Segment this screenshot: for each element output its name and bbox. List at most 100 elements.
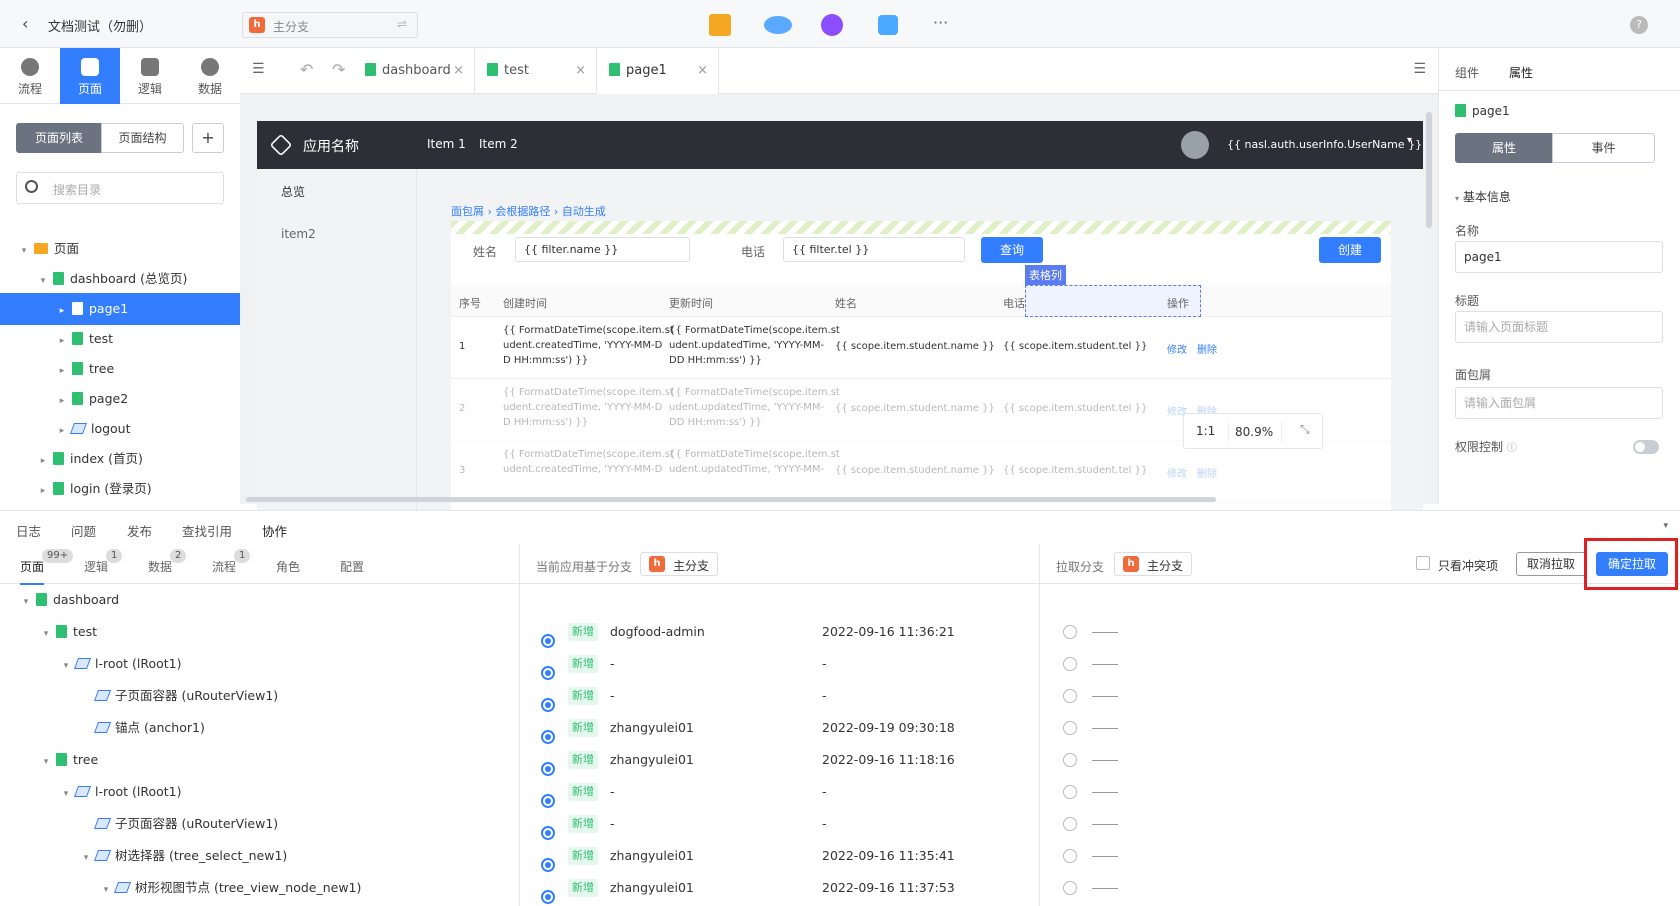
current-radio[interactable] [541,794,555,808]
current-radio[interactable] [541,698,555,712]
help-icon[interactable]: ? [1630,16,1648,34]
confirm-pull-button[interactable]: 确定拉取 [1596,552,1668,576]
tree-item[interactable]: ▸ page1 [0,293,240,325]
diff-item[interactable]: ▾ test [40,616,97,648]
side-item-overview[interactable]: 总览 [281,183,305,200]
tab-property[interactable]: 属性 [1509,64,1533,81]
filter-name-input[interactable]: {{ filter.name }} [515,237,690,262]
close-icon[interactable]: × [453,48,464,94]
doc-tab[interactable]: test × [475,48,597,94]
current-radio[interactable] [541,666,555,680]
event-tab[interactable]: 事件 [1552,133,1655,163]
current-radio[interactable] [541,826,555,840]
chevron-icon[interactable]: ▾ [20,586,32,618]
pull-radio[interactable] [1063,785,1077,799]
more-icon[interactable]: ··· [933,13,948,32]
breadcrumb-input[interactable]: 请输入面包屑 [1455,387,1663,419]
diff-item[interactable]: ▾ 树形视图节点 (tree_view_node_new1) [100,872,362,906]
current-radio[interactable] [541,762,555,776]
nav-tab-page[interactable]: 页面 [60,48,120,104]
chevron-icon[interactable]: ▾ [40,746,52,778]
zoom-ratio-button[interactable]: 1:1 [1196,424,1215,438]
collapse-right-icon[interactable]: ☰ [1413,61,1426,77]
chevron-icon[interactable]: ▾ [60,778,72,810]
undo-icon[interactable]: ↶ [300,60,313,79]
filter-tel-input[interactable]: {{ filter.tel }} [783,237,965,262]
diff-item[interactable]: 子页面容器 (uRouterView1) [80,680,278,712]
side-item-item2[interactable]: item2 [281,227,316,241]
bottom-tab[interactable]: 问题 [71,521,96,540]
diff-item[interactable]: ▾ l-root (lRoot1) [60,648,182,680]
avatar[interactable] [1181,131,1209,159]
bottom-tab[interactable]: 协作 [262,521,287,540]
create-button[interactable]: 创建 [1319,237,1381,263]
tree-item[interactable]: ▸ page2 [0,383,240,415]
cloud-icon[interactable] [764,16,792,34]
tree-item[interactable]: ▾ 页面 [0,233,240,265]
collapse-panel-icon[interactable]: ▾ [1663,521,1668,531]
pull-radio[interactable] [1063,689,1077,703]
delete-link[interactable]: 删除 [1197,341,1217,356]
close-icon[interactable]: × [697,48,708,94]
fit-screen-icon[interactable]: ⤡ [1300,422,1310,437]
collapse-left-icon[interactable]: ☰ [252,61,265,77]
nav-item-1[interactable]: Item 1 [427,137,466,151]
pull-radio[interactable] [1063,625,1077,639]
tree-item[interactable]: ▸ login (登录页) [0,473,240,505]
cancel-pull-button[interactable]: 取消拉取 [1516,552,1586,576]
chevron-icon[interactable]: ▾ [60,650,72,682]
doc-tab[interactable]: page1 × [597,48,719,94]
search-input[interactable]: 搜索目录 [16,172,224,204]
nav-tab-flow[interactable]: 流程 [0,48,60,104]
add-page-button[interactable]: + [192,123,224,153]
edit-link[interactable]: 修改 [1167,465,1187,480]
close-icon[interactable]: × [575,48,586,94]
diff-item[interactable]: ▾ dashboard [20,584,119,616]
zoom-value[interactable]: 80.9% [1228,422,1282,442]
chevron-down-icon[interactable]: ▾ [1407,135,1412,146]
current-radio[interactable] [541,730,555,744]
collab-subtab[interactable]: 角色 [276,558,300,575]
bottom-tab[interactable]: 日志 [16,521,41,540]
pull-radio[interactable] [1063,817,1077,831]
attr-tab[interactable]: 属性 [1455,133,1553,163]
collab-subtab[interactable]: 配置 [340,558,364,575]
collab-subtab[interactable]: 页面 99+ [20,549,74,585]
only-conflict-checkbox[interactable] [1416,556,1430,570]
doc-tab[interactable]: dashboard × [353,48,475,94]
chevron-icon[interactable]: ▾ [80,842,92,874]
nav-tab-data[interactable]: 数据 [180,48,240,104]
query-button[interactable]: 查询 [981,237,1043,263]
page-structure-tab[interactable]: 页面结构 [101,123,184,153]
canvas-scrollbar-v[interactable] [1426,112,1432,228]
canvas-scrollbar-h[interactable] [246,497,1216,502]
diff-item[interactable]: 锚点 (anchor1) [80,712,205,744]
diff-item[interactable]: ▾ 树选择器 (tree_select_new1) [80,840,288,874]
nav-tab-logic[interactable]: 逻辑 [120,48,180,104]
title-input[interactable]: 请输入页面标题 [1455,311,1663,343]
name-input[interactable]: page1 [1455,241,1663,273]
page-list-tab[interactable]: 页面列表 [16,123,102,153]
chevron-icon[interactable]: ▸ [37,475,49,507]
tree-item[interactable]: ▸ index (首页) [0,443,240,475]
tree-item[interactable]: ▸ tree [0,353,240,385]
tab-component[interactable]: 组件 [1455,64,1479,81]
basic-info-section[interactable]: ▾ 基本信息 [1455,188,1511,205]
pull-radio[interactable] [1063,881,1077,895]
tree-item[interactable]: ▾ dashboard (总览页) [0,263,240,295]
diff-item[interactable]: ▾ l-root (lRoot1) [60,776,182,808]
collab-subtab[interactable]: 流程 1 [212,549,251,575]
current-radio[interactable] [541,890,555,904]
edit-link[interactable]: 修改 [1167,341,1187,356]
sync-icon[interactable] [878,15,898,35]
bottom-tab[interactable]: 查找引用 [182,521,232,540]
pull-branch-selector[interactable]: h 主分支 [1114,552,1192,576]
delete-link[interactable]: 删除 [1197,465,1217,480]
permission-toggle[interactable] [1633,440,1659,454]
back-icon[interactable]: ‹ [22,14,28,33]
chevron-icon[interactable]: ▾ [100,874,112,906]
redo-icon[interactable]: ↷ [332,60,345,79]
diff-item[interactable]: ▾ tree [40,744,98,776]
nav-item-2[interactable]: Item 2 [479,137,518,151]
current-radio[interactable] [541,634,555,648]
